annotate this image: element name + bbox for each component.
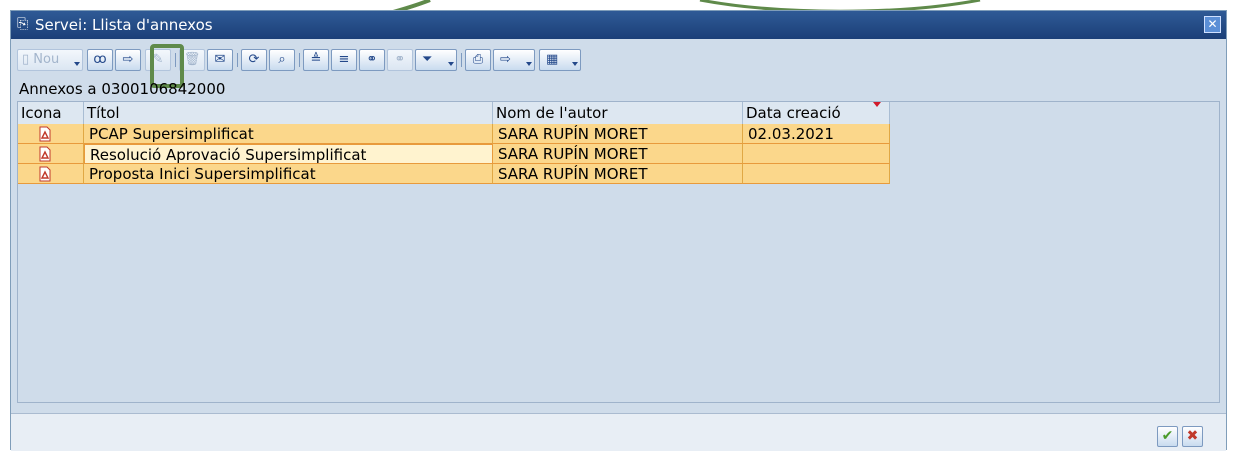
- date-cell: 02.03.2021: [743, 124, 890, 144]
- list-heading: Annexos a 0300106842000: [19, 80, 226, 98]
- display-button[interactable]: ꝏ: [87, 49, 113, 71]
- filter-button[interactable]: ⏷: [415, 49, 457, 71]
- date-cell: [743, 144, 890, 164]
- text-button[interactable]: ✉: [207, 49, 233, 71]
- chevron-down-icon: [74, 62, 80, 66]
- attachments-dialog: ⎘ Servei: Llista d'annexos ✕ ▯ Nou ꝏ ⇨ ✎…: [10, 10, 1227, 451]
- column-header-data[interactable]: Data creació: [743, 102, 890, 124]
- chevron-down-icon: [572, 62, 578, 66]
- column-header-titol[interactable]: Títol: [84, 102, 493, 124]
- confirm-button[interactable]: ✔: [1157, 426, 1178, 447]
- chevron-down-icon: [526, 62, 532, 66]
- glasses-icon: ꝏ: [93, 52, 107, 67]
- details-icon: ⌕: [278, 52, 286, 67]
- new-button[interactable]: ▯ Nou: [17, 49, 83, 71]
- author-cell: SARA RUPÍN MORET: [493, 144, 743, 164]
- icon-cell: [18, 124, 84, 144]
- checkmark-icon: ✔: [1161, 428, 1174, 444]
- title-cell: Proposta Inici Supersimplificat: [84, 164, 493, 184]
- text-document-icon: ✉: [214, 52, 226, 67]
- toolbar: ▯ Nou ꝏ ⇨ ✎ 🗑 ✉ ⟳ ⌕ ≜ ≡ ⚭ ⚭ ⏷ ⎙ ⇨ ▦: [17, 49, 817, 73]
- find-next-button[interactable]: ⚭: [387, 49, 413, 71]
- author-cell: SARA RUPÍN MORET: [493, 164, 743, 184]
- table-row[interactable]: Proposta Inici Supersimplificat SARA RUP…: [18, 164, 890, 184]
- title-bar: ⎘ Servei: Llista d'annexos ✕: [11, 11, 1226, 39]
- new-document-icon: ▯: [22, 52, 30, 67]
- toolbar-separator: [237, 53, 238, 67]
- table-row[interactable]: Resolució Aprovació Supersimplificat SAR…: [18, 144, 890, 164]
- sort-descending-icon: ≡: [338, 52, 350, 67]
- chevron-down-icon: [448, 62, 454, 66]
- export-icon: ⇨: [500, 52, 511, 67]
- print-button[interactable]: ⎙: [465, 49, 491, 71]
- close-icon[interactable]: ✕: [1204, 16, 1221, 33]
- layout-button[interactable]: ▦: [539, 49, 581, 71]
- sort-descending-button[interactable]: ≡: [331, 49, 357, 71]
- new-button-label: Nou: [33, 52, 60, 67]
- refresh-button[interactable]: ⟳: [241, 49, 267, 71]
- title-cell: PCAP Supersimplificat: [84, 124, 493, 144]
- date-cell: [743, 164, 890, 184]
- cancel-x-icon: ✖: [1186, 428, 1199, 444]
- window-menu-icon[interactable]: ⎘: [17, 17, 31, 31]
- export-button[interactable]: ⇨: [493, 49, 535, 71]
- delete-icon: 🗑: [183, 52, 201, 67]
- print-icon: ⎙: [472, 52, 484, 67]
- sort-ascending-button[interactable]: ≜: [303, 49, 329, 71]
- cancel-button[interactable]: ✖: [1182, 426, 1203, 447]
- find-next-icon: ⚭: [394, 52, 406, 67]
- toolbar-separator: [461, 53, 462, 67]
- table-row[interactable]: PCAP Supersimplificat SARA RUPÍN MORET 0…: [18, 124, 890, 144]
- icon-cell: [18, 164, 84, 184]
- dialog-title: Servei: Llista d'annexos: [35, 16, 213, 34]
- layout-icon: ▦: [546, 52, 559, 67]
- pdf-icon: [39, 126, 51, 142]
- icon-cell: [18, 144, 84, 164]
- open-attachment-icon: ⇨: [122, 52, 134, 67]
- column-header-icona[interactable]: Icona: [18, 102, 84, 124]
- binoculars-icon: ⚭: [366, 52, 378, 67]
- author-cell: SARA RUPÍN MORET: [493, 124, 743, 144]
- filter-icon: ⏷: [422, 52, 433, 67]
- open-attachment-button[interactable]: ⇨: [115, 49, 141, 71]
- sort-ascending-icon: ≜: [310, 52, 322, 67]
- find-button[interactable]: ⚭: [359, 49, 385, 71]
- title-cell: Resolució Aprovació Supersimplificat: [84, 144, 493, 164]
- pdf-icon: [39, 146, 51, 162]
- sort-indicator-icon: [873, 102, 881, 107]
- details-button[interactable]: ⌕: [269, 49, 295, 71]
- attachments-table: Icona Títol Nom de l'autor Data creació …: [17, 101, 1220, 403]
- toolbar-separator: [299, 53, 300, 67]
- refresh-icon: ⟳: [248, 52, 260, 67]
- column-header-autor[interactable]: Nom de l'autor: [493, 102, 743, 124]
- pdf-icon: [39, 166, 51, 182]
- dialog-footer: ✔ ✖: [11, 413, 1226, 451]
